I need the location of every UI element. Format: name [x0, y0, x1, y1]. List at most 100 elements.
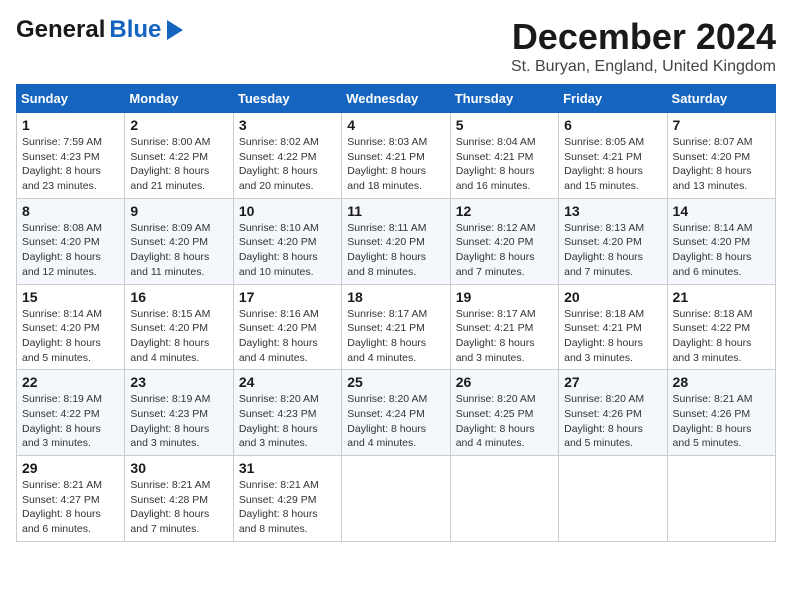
- day-info: Sunrise: 8:16 AMSunset: 4:20 PMDaylight:…: [239, 307, 336, 366]
- calendar-week-4: 22 Sunrise: 8:19 AMSunset: 4:22 PMDayligh…: [17, 370, 776, 456]
- calendar-cell: 31 Sunrise: 8:21 AMSunset: 4:29 PMDayligh…: [233, 456, 341, 542]
- day-number: 11: [347, 203, 444, 219]
- calendar-cell: 12 Sunrise: 8:12 AMSunset: 4:20 PMDayligh…: [450, 198, 558, 284]
- day-number: 12: [456, 203, 553, 219]
- day-info: Sunrise: 8:21 AMSunset: 4:29 PMDaylight:…: [239, 478, 336, 537]
- title-area: December 2024 St. Buryan, England, Unite…: [511, 16, 776, 76]
- calendar-week-2: 8 Sunrise: 8:08 AMSunset: 4:20 PMDaylight…: [17, 198, 776, 284]
- day-info: Sunrise: 8:21 AMSunset: 4:27 PMDaylight:…: [22, 478, 119, 537]
- logo-general-text: General: [16, 16, 105, 44]
- calendar-cell: 28Sunrise: 8:21 AMSunset: 4:26 PMDayligh…: [667, 370, 775, 456]
- day-info: Sunrise: 8:13 AMSunset: 4:20 PMDaylight:…: [564, 221, 661, 280]
- day-info: Sunrise: 8:17 AMSunset: 4:21 PMDaylight:…: [347, 307, 444, 366]
- day-info: Sunrise: 8:20 AMSunset: 4:26 PMDaylight:…: [564, 392, 661, 451]
- day-number: 13: [564, 203, 661, 219]
- day-info: Sunrise: 8:20 AMSunset: 4:23 PMDaylight:…: [239, 392, 336, 451]
- calendar-cell: 17 Sunrise: 8:16 AMSunset: 4:20 PMDayligh…: [233, 284, 341, 370]
- calendar-cell: 30 Sunrise: 8:21 AMSunset: 4:28 PMDayligh…: [125, 456, 233, 542]
- day-info: Sunrise: 8:17 AMSunset: 4:21 PMDaylight:…: [456, 307, 553, 366]
- calendar-cell: 22 Sunrise: 8:19 AMSunset: 4:22 PMDayligh…: [17, 370, 125, 456]
- calendar-week-3: 15Sunrise: 8:14 AMSunset: 4:20 PMDayligh…: [17, 284, 776, 370]
- day-info: Sunrise: 8:15 AMSunset: 4:20 PMDaylight:…: [130, 307, 227, 366]
- weekday-header-saturday: Saturday: [667, 85, 775, 113]
- calendar-cell: 7 Sunrise: 8:07 AMSunset: 4:20 PMDaylight…: [667, 113, 775, 199]
- day-info: Sunrise: 8:18 AMSunset: 4:22 PMDaylight:…: [673, 307, 770, 366]
- calendar-table: SundayMondayTuesdayWednesdayThursdayFrid…: [16, 84, 776, 542]
- day-info: Sunrise: 8:18 AMSunset: 4:21 PMDaylight:…: [564, 307, 661, 366]
- calendar-week-5: 29 Sunrise: 8:21 AMSunset: 4:27 PMDayligh…: [17, 456, 776, 542]
- calendar-cell: 10Sunrise: 8:10 AMSunset: 4:20 PMDayligh…: [233, 198, 341, 284]
- day-number: 7: [673, 117, 770, 133]
- calendar-cell: 25 Sunrise: 8:20 AMSunset: 4:24 PMDayligh…: [342, 370, 450, 456]
- calendar-week-1: 1Sunrise: 7:59 AMSunset: 4:23 PMDaylight…: [17, 113, 776, 199]
- day-info: Sunrise: 8:04 AMSunset: 4:21 PMDaylight:…: [456, 135, 553, 194]
- weekday-header-friday: Friday: [559, 85, 667, 113]
- calendar-cell: 6Sunrise: 8:05 AMSunset: 4:21 PMDaylight…: [559, 113, 667, 199]
- day-number: 18: [347, 289, 444, 305]
- weekday-header-thursday: Thursday: [450, 85, 558, 113]
- day-info: Sunrise: 8:07 AMSunset: 4:20 PMDaylight:…: [673, 135, 770, 194]
- calendar-cell: [450, 456, 558, 542]
- weekday-header-monday: Monday: [125, 85, 233, 113]
- calendar-cell: 15Sunrise: 8:14 AMSunset: 4:20 PMDayligh…: [17, 284, 125, 370]
- calendar-cell: 24 Sunrise: 8:20 AMSunset: 4:23 PMDayligh…: [233, 370, 341, 456]
- weekday-header-tuesday: Tuesday: [233, 85, 341, 113]
- month-title: December 2024: [511, 16, 776, 58]
- day-number: 6: [564, 117, 661, 133]
- header: General Blue December 2024 St. Buryan, E…: [16, 16, 776, 76]
- day-number: 24: [239, 374, 336, 390]
- day-info: Sunrise: 8:21 AMSunset: 4:28 PMDaylight:…: [130, 478, 227, 537]
- logo-blue-text: Blue: [109, 16, 161, 44]
- calendar-cell: 9Sunrise: 8:09 AMSunset: 4:20 PMDaylight…: [125, 198, 233, 284]
- day-info: Sunrise: 7:59 AMSunset: 4:23 PMDaylight:…: [22, 135, 119, 194]
- calendar-cell: 4Sunrise: 8:03 AMSunset: 4:21 PMDaylight…: [342, 113, 450, 199]
- calendar-cell: 13 Sunrise: 8:13 AMSunset: 4:20 PMDayligh…: [559, 198, 667, 284]
- day-info: Sunrise: 8:12 AMSunset: 4:20 PMDaylight:…: [456, 221, 553, 280]
- calendar-cell: 20 Sunrise: 8:18 AMSunset: 4:21 PMDayligh…: [559, 284, 667, 370]
- calendar-cell: [559, 456, 667, 542]
- day-number: 20: [564, 289, 661, 305]
- day-number: 8: [22, 203, 119, 219]
- day-number: 17: [239, 289, 336, 305]
- day-info: Sunrise: 8:00 AMSunset: 4:22 PMDaylight:…: [130, 135, 227, 194]
- calendar-cell: 27Sunrise: 8:20 AMSunset: 4:26 PMDayligh…: [559, 370, 667, 456]
- day-number: 25: [347, 374, 444, 390]
- day-number: 29: [22, 460, 119, 476]
- location-title: St. Buryan, England, United Kingdom: [511, 58, 776, 76]
- logo: General Blue: [16, 16, 183, 44]
- day-number: 19: [456, 289, 553, 305]
- day-number: 22: [22, 374, 119, 390]
- day-number: 16: [130, 289, 227, 305]
- calendar-cell: 1Sunrise: 7:59 AMSunset: 4:23 PMDaylight…: [17, 113, 125, 199]
- weekday-header-sunday: Sunday: [17, 85, 125, 113]
- day-number: 26: [456, 374, 553, 390]
- day-number: 3: [239, 117, 336, 133]
- day-number: 4: [347, 117, 444, 133]
- calendar-cell: 29 Sunrise: 8:21 AMSunset: 4:27 PMDayligh…: [17, 456, 125, 542]
- day-number: 30: [130, 460, 227, 476]
- day-info: Sunrise: 8:10 AMSunset: 4:20 PMDaylight:…: [239, 221, 336, 280]
- day-info: Sunrise: 8:20 AMSunset: 4:25 PMDaylight:…: [456, 392, 553, 451]
- day-info: Sunrise: 8:21 AMSunset: 4:26 PMDaylight:…: [673, 392, 770, 451]
- day-number: 21: [673, 289, 770, 305]
- calendar-cell: 19 Sunrise: 8:17 AMSunset: 4:21 PMDayligh…: [450, 284, 558, 370]
- day-info: Sunrise: 8:08 AMSunset: 4:20 PMDaylight:…: [22, 221, 119, 280]
- day-info: Sunrise: 8:11 AMSunset: 4:20 PMDaylight:…: [347, 221, 444, 280]
- day-number: 31: [239, 460, 336, 476]
- calendar-cell: 5 Sunrise: 8:04 AMSunset: 4:21 PMDaylight…: [450, 113, 558, 199]
- logo-arrow-icon: [167, 20, 183, 40]
- day-info: Sunrise: 8:20 AMSunset: 4:24 PMDaylight:…: [347, 392, 444, 451]
- day-number: 2: [130, 117, 227, 133]
- day-number: 14: [673, 203, 770, 219]
- day-info: Sunrise: 8:14 AMSunset: 4:20 PMDaylight:…: [22, 307, 119, 366]
- day-info: Sunrise: 8:09 AMSunset: 4:20 PMDaylight:…: [130, 221, 227, 280]
- day-info: Sunrise: 8:14 AMSunset: 4:20 PMDaylight:…: [673, 221, 770, 280]
- calendar-cell: 16 Sunrise: 8:15 AMSunset: 4:20 PMDayligh…: [125, 284, 233, 370]
- calendar-cell: 26 Sunrise: 8:20 AMSunset: 4:25 PMDayligh…: [450, 370, 558, 456]
- calendar-cell: 2 Sunrise: 8:00 AMSunset: 4:22 PMDaylight…: [125, 113, 233, 199]
- day-number: 5: [456, 117, 553, 133]
- day-info: Sunrise: 8:19 AMSunset: 4:22 PMDaylight:…: [22, 392, 119, 451]
- calendar-cell: 3 Sunrise: 8:02 AMSunset: 4:22 PMDaylight…: [233, 113, 341, 199]
- calendar-cell: 11 Sunrise: 8:11 AMSunset: 4:20 PMDayligh…: [342, 198, 450, 284]
- day-info: Sunrise: 8:02 AMSunset: 4:22 PMDaylight:…: [239, 135, 336, 194]
